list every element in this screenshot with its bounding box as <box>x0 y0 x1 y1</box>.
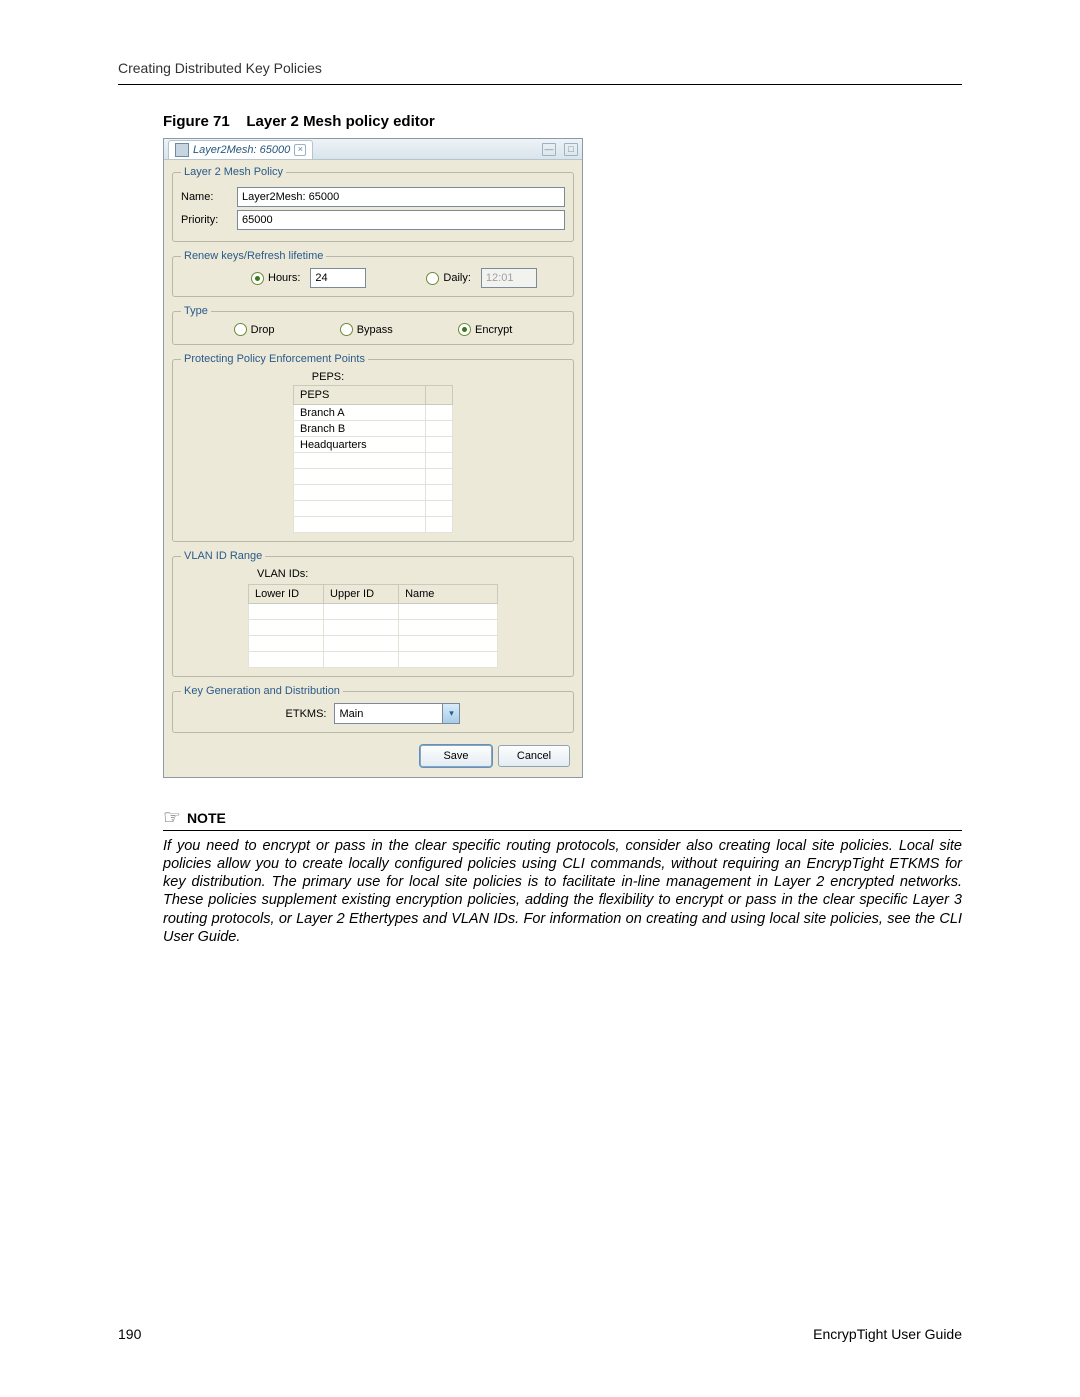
layer2-mesh-policy-group: Layer 2 Mesh Policy Name: Priority: <box>172 166 574 242</box>
note-heading-row: ☞ NOTE <box>163 808 962 831</box>
figure-label: Figure 71 <box>163 113 230 130</box>
close-tab-icon[interactable]: × <box>294 144 306 156</box>
group-legend: VLAN ID Range <box>181 550 265 562</box>
radio-icon <box>340 323 353 336</box>
vlan-col-lower[interactable]: Lower ID <box>249 585 324 604</box>
radio-icon <box>426 272 439 285</box>
type-group: Type Drop Bypass Encrypt <box>172 305 574 345</box>
type-encrypt-label: Encrypt <box>475 324 512 336</box>
guide-name: EncrypTight User Guide <box>813 1326 962 1342</box>
vlan-col-name[interactable]: Name <box>399 585 498 604</box>
table-row <box>294 485 453 501</box>
name-input[interactable] <box>237 187 565 207</box>
peps-group: Protecting Policy Enforcement Points PEP… <box>172 353 574 542</box>
tab-title: Layer2Mesh: 65000 <box>193 144 290 156</box>
etkms-label: ETKMS: <box>286 708 327 720</box>
hours-option[interactable]: Hours: <box>251 272 300 285</box>
type-drop-label: Drop <box>251 324 275 336</box>
peps-col-spacer <box>426 386 453 405</box>
group-legend: Layer 2 Mesh Policy <box>181 166 286 178</box>
vlan-group: VLAN ID Range VLAN IDs: Lower ID Upper I… <box>172 550 574 677</box>
daily-option[interactable]: Daily: <box>426 272 471 285</box>
figure-title-text: Layer 2 Mesh policy editor <box>246 113 434 130</box>
radio-icon <box>234 323 247 336</box>
minimize-icon[interactable]: — <box>542 143 556 156</box>
name-label: Name: <box>181 191 229 203</box>
table-row <box>294 453 453 469</box>
window-controls: — □ <box>542 143 578 156</box>
note-body: If you need to encrypt or pass in the cl… <box>163 837 962 946</box>
table-row: Branch B <box>294 421 453 437</box>
table-row: Headquarters <box>294 437 453 453</box>
cancel-button[interactable]: Cancel <box>498 745 570 767</box>
table-row <box>249 604 498 620</box>
table-row: Branch A <box>294 405 453 421</box>
table-row <box>294 501 453 517</box>
peps-label: PEPS: <box>312 371 344 383</box>
group-legend: Type <box>181 305 211 317</box>
editor-titlebar: Layer2Mesh: 65000 × — □ <box>164 139 582 160</box>
policy-editor-window: Layer2Mesh: 65000 × — □ Layer 2 Mesh Pol… <box>163 138 583 778</box>
hours-label: Hours: <box>268 272 300 284</box>
note-heading: NOTE <box>187 810 226 826</box>
save-button[interactable]: Save <box>420 745 492 767</box>
vlan-table[interactable]: Lower ID Upper ID Name <box>248 584 498 668</box>
etkms-select[interactable]: Main ▾ <box>334 703 460 724</box>
figure-caption: Figure 71 Layer 2 Mesh policy editor <box>163 113 962 130</box>
type-drop-option[interactable]: Drop <box>234 323 275 336</box>
pointing-hand-icon: ☞ <box>163 808 181 828</box>
vlan-label: VLAN IDs: <box>257 568 565 580</box>
chevron-down-icon: ▾ <box>442 704 459 723</box>
etkms-value: Main <box>339 708 363 720</box>
group-legend: Key Generation and Distribution <box>181 685 343 697</box>
page-section-header: Creating Distributed Key Policies <box>118 60 962 85</box>
maximize-icon[interactable]: □ <box>564 143 578 156</box>
renew-keys-group: Renew keys/Refresh lifetime Hours: Daily… <box>172 250 574 297</box>
peps-cell[interactable]: Branch B <box>294 421 426 437</box>
table-row <box>294 517 453 533</box>
type-bypass-label: Bypass <box>357 324 393 336</box>
priority-input[interactable] <box>237 210 565 230</box>
policy-icon <box>175 143 189 157</box>
group-legend: Renew keys/Refresh lifetime <box>181 250 326 262</box>
editor-tab[interactable]: Layer2Mesh: 65000 × <box>168 140 313 159</box>
daily-input <box>481 268 537 288</box>
table-row <box>249 636 498 652</box>
type-encrypt-option[interactable]: Encrypt <box>458 323 512 336</box>
hours-input[interactable] <box>310 268 366 288</box>
peps-cell[interactable]: Branch A <box>294 405 426 421</box>
peps-col-header[interactable]: PEPS <box>294 386 426 405</box>
keygen-group: Key Generation and Distribution ETKMS: M… <box>172 685 574 733</box>
vlan-col-upper[interactable]: Upper ID <box>324 585 399 604</box>
peps-table[interactable]: PEPS Branch A Branch B Headquarters <box>293 385 453 533</box>
page-number: 190 <box>118 1326 141 1342</box>
table-row <box>294 469 453 485</box>
priority-label: Priority: <box>181 214 229 226</box>
peps-cell[interactable]: Headquarters <box>294 437 426 453</box>
group-legend: Protecting Policy Enforcement Points <box>181 353 368 365</box>
type-bypass-option[interactable]: Bypass <box>340 323 393 336</box>
daily-label: Daily: <box>443 272 471 284</box>
table-row <box>249 652 498 668</box>
radio-selected-icon <box>458 323 471 336</box>
table-row <box>249 620 498 636</box>
radio-selected-icon <box>251 272 264 285</box>
